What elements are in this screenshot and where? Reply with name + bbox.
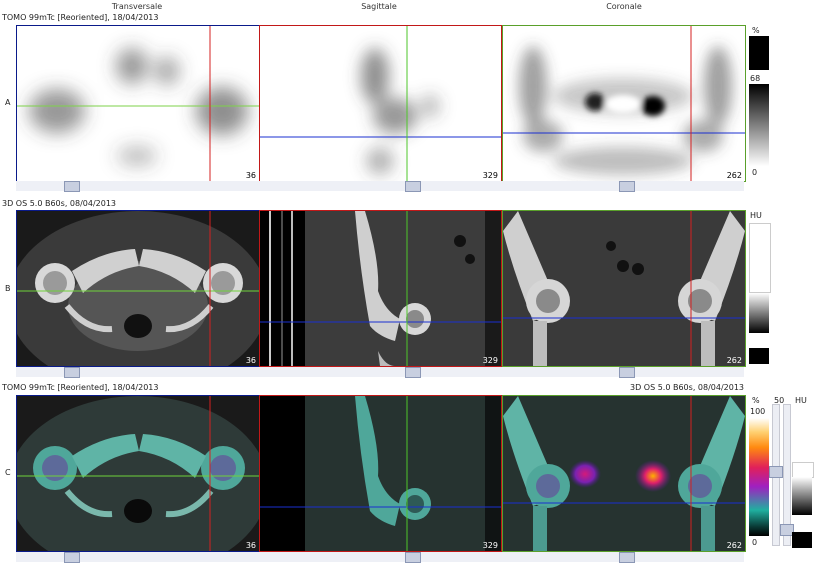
slice-number-b-coronal: 262 (726, 356, 742, 365)
slice-slider-b-coronal[interactable] (619, 367, 635, 378)
row-b-letter: B (5, 284, 11, 293)
ct-transversal-image (17, 211, 259, 366)
colorbar-a-gradient[interactable] (749, 84, 769, 166)
row-c-series-title-right: 3D OS 5.0 B60s, 08/04/2013 (630, 383, 745, 392)
colorbar-a-max: 68 (750, 74, 761, 83)
viewport-c-transversal[interactable]: 36 (16, 395, 260, 552)
colorbar-c-hu-bottom-block (792, 532, 812, 548)
row-a-letter: A (5, 98, 11, 107)
viewport-a-coronal[interactable]: 262 (502, 25, 746, 182)
slice-number-b-transversal: 36 (245, 356, 256, 365)
colorbar-c-min: 0 (752, 538, 758, 547)
fusion-coronal-image (503, 396, 745, 551)
slice-slider-a-sagittal[interactable] (405, 181, 421, 192)
colorbar-c-gradient[interactable] (749, 418, 769, 536)
viewport-b-transversal[interactable]: 36 (16, 210, 260, 367)
viewport-a-sagittal[interactable]: 329 (259, 25, 502, 182)
colorbar-a-min: 0 (752, 168, 758, 177)
ct-coronal-image (503, 211, 745, 366)
column-header-coronale: Coronale (606, 2, 642, 11)
slice-number-a-transversal: 36 (245, 171, 256, 180)
slice-slider-c-sagittal[interactable] (405, 552, 421, 563)
slice-number-b-sagittal: 329 (482, 356, 498, 365)
spect-coronal-image (503, 26, 745, 181)
row-c-series-title-left: TOMO 99mTc [Reoriented], 18/04/2013 (2, 383, 159, 392)
colorbar-a-unit: % (752, 26, 760, 35)
colorbar-c-hu-top-block (792, 462, 814, 478)
slice-slider-b-sagittal[interactable] (405, 367, 421, 378)
colorbar-a-top-block (749, 36, 769, 70)
slice-number-a-sagittal: 329 (482, 171, 498, 180)
slice-slider-c-transversal[interactable] (64, 552, 80, 563)
colorbar-b-unit: HU (750, 211, 762, 220)
colorbar-b-gradient[interactable] (749, 293, 769, 333)
colorbar-c-hu-unit: HU (795, 396, 807, 405)
viewport-a-transversal[interactable]: 36 (16, 25, 260, 182)
viewport-b-sagittal[interactable]: 329 (259, 210, 502, 367)
colorbar-b-top-block (749, 223, 771, 293)
viewport-c-sagittal[interactable]: 329 (259, 395, 502, 552)
fusion-blend-slider[interactable] (769, 466, 783, 478)
fusion-transversal-image (17, 396, 259, 551)
colorbar-b-bottom-block (749, 348, 769, 364)
spect-transversal-image (17, 26, 259, 181)
row-b-series-title: 3D OS 5.0 B60s, 08/04/2013 (2, 199, 117, 208)
slice-number-a-coronal: 262 (726, 171, 742, 180)
spect-sagittal-image (260, 26, 501, 181)
colorbar-c-hu-gradient[interactable] (792, 477, 812, 515)
row-a-series-title: TOMO 99mTc [Reoriented], 18/04/2013 (2, 13, 159, 22)
slice-number-c-sagittal: 329 (482, 541, 498, 550)
slice-number-c-coronal: 262 (726, 541, 742, 550)
column-header-transversale: Transversale (111, 2, 163, 11)
fusion-sagittal-image (260, 396, 501, 551)
slice-number-c-transversal: 36 (245, 541, 256, 550)
colorbar-c-unit: % (752, 396, 760, 405)
slice-slider-a-coronal[interactable] (619, 181, 635, 192)
slice-slider-b-transversal[interactable] (64, 367, 80, 378)
ct-sagittal-image (260, 211, 501, 366)
colorbar-c-max: 100 (750, 407, 766, 416)
column-header-sagittale: Sagittale (361, 2, 397, 11)
viewport-b-coronal[interactable]: 262 (502, 210, 746, 367)
slice-slider-a-transversal[interactable] (64, 181, 80, 192)
viewport-c-coronal[interactable]: 262 (502, 395, 746, 552)
slice-slider-c-coronal[interactable] (619, 552, 635, 563)
row-c-letter: C (5, 468, 11, 477)
